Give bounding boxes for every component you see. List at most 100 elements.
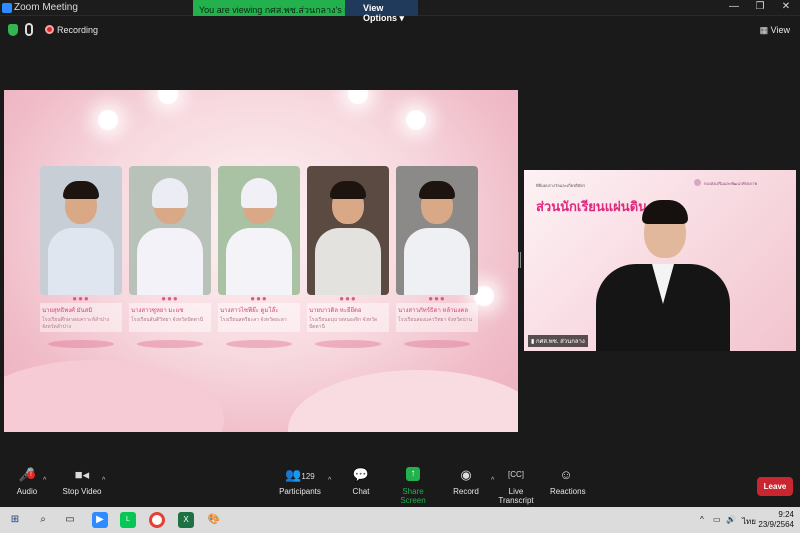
window-title: Zoom Meeting [14,2,78,13]
viewing-banner: You are viewing กศส.พช.ส่วนกลาง's screen [193,0,345,16]
student-photo [396,166,478,295]
card-dots: ●●● [161,294,179,303]
participant-count: 129 [301,472,315,481]
zoom-taskbar-icon[interactable]: ▶ [92,512,108,528]
live-transcript-label: Live Transcript [498,487,534,505]
recording-label: Recording [57,25,99,35]
card-dots: ●●● [72,294,90,303]
stage-light [98,110,118,130]
participant-name: กศส.พช. ส่วนกลาง [535,339,585,345]
student-school: โรงเรียนสันติวิทยา จังหวัดปัตตานี [129,316,211,332]
leave-button[interactable]: Leave [757,477,793,496]
security-shield-icon[interactable] [8,24,18,36]
volume-icon[interactable]: 🔊 [726,515,736,524]
mic-alert-badge: ! [27,471,35,479]
student-photo [218,166,300,295]
share-arrow-icon: ↑ [406,467,420,481]
student-photo [40,166,122,295]
participants-options-caret-icon[interactable]: ^ [328,477,331,484]
audio-button[interactable]: 🎤 Audio [14,467,40,496]
student-name: นางสาวไซฟีย๊ะ ดูมโล๊ะ [218,303,300,316]
meeting-status-bar: Recording ▦ View [0,20,800,40]
window-titlebar: Zoom Meeting You are viewing กศส.พช.ส่วน… [0,0,800,23]
signal-bars-icon: ▮ [531,339,535,345]
recording-icon [45,25,54,34]
splitter-handle[interactable] [518,252,521,268]
tray-chevron-icon[interactable]: ^ [700,515,704,524]
close-icon[interactable]: ✕ [776,1,796,14]
taskbar-clock[interactable]: 9:24 23/9/2564 [758,510,794,530]
stage-light [406,110,426,130]
student-card: ●●● นางสาวภัทร์ธิดา หล้ามงคล โรงเรียนสอง… [396,166,478,348]
search-icon[interactable]: ⌕ [35,512,51,528]
chat-bubble-icon: 💬 [352,467,370,482]
stop-video-button[interactable]: ■◂ Stop Video [62,467,102,496]
student-name: นายสุทธิพงศ์ มันสมิ [40,303,122,316]
participants-label: Participants [279,487,321,496]
record-button[interactable]: ◉ Record [453,467,479,496]
restore-icon[interactable]: ❐ [750,1,770,14]
chrome-icon[interactable] [149,512,165,528]
share-screen-button[interactable]: ↑ Share Screen [391,467,435,505]
excel-icon[interactable]: X [178,512,194,528]
student-card: ●●● นางสาวซูหยา มะแซ โรงเรียนสันติวิทยา … [129,166,211,348]
backdrop-title: ส่วนนักเรียนแผ่นดิน [536,199,648,214]
backdrop-org: กองส่งเสริมและพัฒนาศักยภาพ [704,181,757,186]
minimize-icon[interactable]: — [724,1,744,14]
viewing-banner-text: You are viewing กศส.พช.ส่วนกลาง's screen [199,5,345,15]
zoom-app-icon [2,3,12,13]
student-photo [129,166,211,295]
view-button[interactable]: ▦ View [760,25,790,36]
org-logo [694,179,701,186]
grid-icon: ▦ [759,25,769,35]
student-school: โรงเรียนสตรียะลา จังหวัดยะลา [218,316,300,332]
video-tile[interactable]: พิธีมอบรางวัลและเกียรติบัตร ส่วนนักเรียน… [524,170,796,351]
view-label: View [770,25,790,35]
chat-label: Chat [352,487,370,496]
student-name: นางสาวซูหยา มะแซ [129,303,211,316]
decor-blob [4,360,224,432]
windows-taskbar: ⊞ ⌕ ▭ ▶ L X 🎨 ^ ▭ 🔊 ไทย 9:24 23/9/2564 [0,507,800,533]
card-dots: ●●● [339,294,357,303]
record-label: Record [453,487,479,496]
view-options-button[interactable]: View Options ▾ [345,0,418,23]
stage-light [348,90,368,104]
speaker-mic-icon [25,23,33,36]
reactions-label: Reactions [550,487,586,496]
presenter-hair [642,200,688,224]
video-options-caret-icon[interactable]: ^ [102,477,105,484]
student-photo [307,166,389,295]
audio-options-caret-icon[interactable]: ^ [43,477,46,484]
audio-label: Audio [16,487,38,496]
chat-button[interactable]: 💬 Chat [350,467,372,496]
windows-start-icon[interactable]: ⊞ [7,512,23,528]
smiley-plus-icon: ☺ [559,467,573,482]
video-camera-icon: ■◂ [74,467,90,482]
student-school: โรงเรียนอนุบาลหนองจิก จังหวัดปัตตานี [307,316,389,332]
network-icon[interactable]: ▭ [713,515,721,524]
card-dots: ●●● [428,294,446,303]
student-school: โรงเรียนศึกษาสงเคราะห์ลำปาง จังหวัดลำปาง [40,316,122,332]
share-screen-label: Share Screen [400,487,426,505]
student-card: ●●● นายบาวดิล หะยียีดอ โรงเรียนอนุบาลหนอ… [307,166,389,348]
reactions-button[interactable]: ☺ Reactions [550,467,586,496]
participants-button[interactable]: 👥129 Participants [279,467,321,496]
cc-icon: [CC] [508,470,524,479]
stop-video-label: Stop Video [62,487,102,496]
meeting-toolbar: 🎤 Audio ^ ■◂ Stop Video ^ 👥129 Participa… [0,463,800,506]
student-card: ●●● นางสาวไซฟีย๊ะ ดูมโล๊ะ โรงเรียนสตรียะ… [218,166,300,348]
language-indicator[interactable]: ไทย [742,515,756,528]
card-dots: ●●● [250,294,268,303]
clock-time: 9:24 [778,510,794,519]
line-app-icon[interactable]: L [120,512,136,528]
live-transcript-button[interactable]: [CC] Live Transcript [493,467,539,505]
stage-light [158,90,178,104]
student-school: โรงเรียนสองแคววิทยา จังหวัดน่าน [396,316,478,332]
backdrop-subtitle: พิธีมอบรางวัลและเกียรติบัตร [536,183,586,188]
paint-icon[interactable]: 🎨 [206,512,222,528]
student-name: นางสาวภัทร์ธิดา หล้ามงคล [396,303,478,316]
student-card: ●●● นายสุทธิพงศ์ มันสมิ โรงเรียนศึกษาสงเ… [40,166,122,348]
task-view-icon[interactable]: ▭ [62,512,78,528]
participant-name-label: ▮ กศส.พช. ส่วนกลาง [528,335,588,347]
clock-date: 23/9/2564 [758,520,794,529]
